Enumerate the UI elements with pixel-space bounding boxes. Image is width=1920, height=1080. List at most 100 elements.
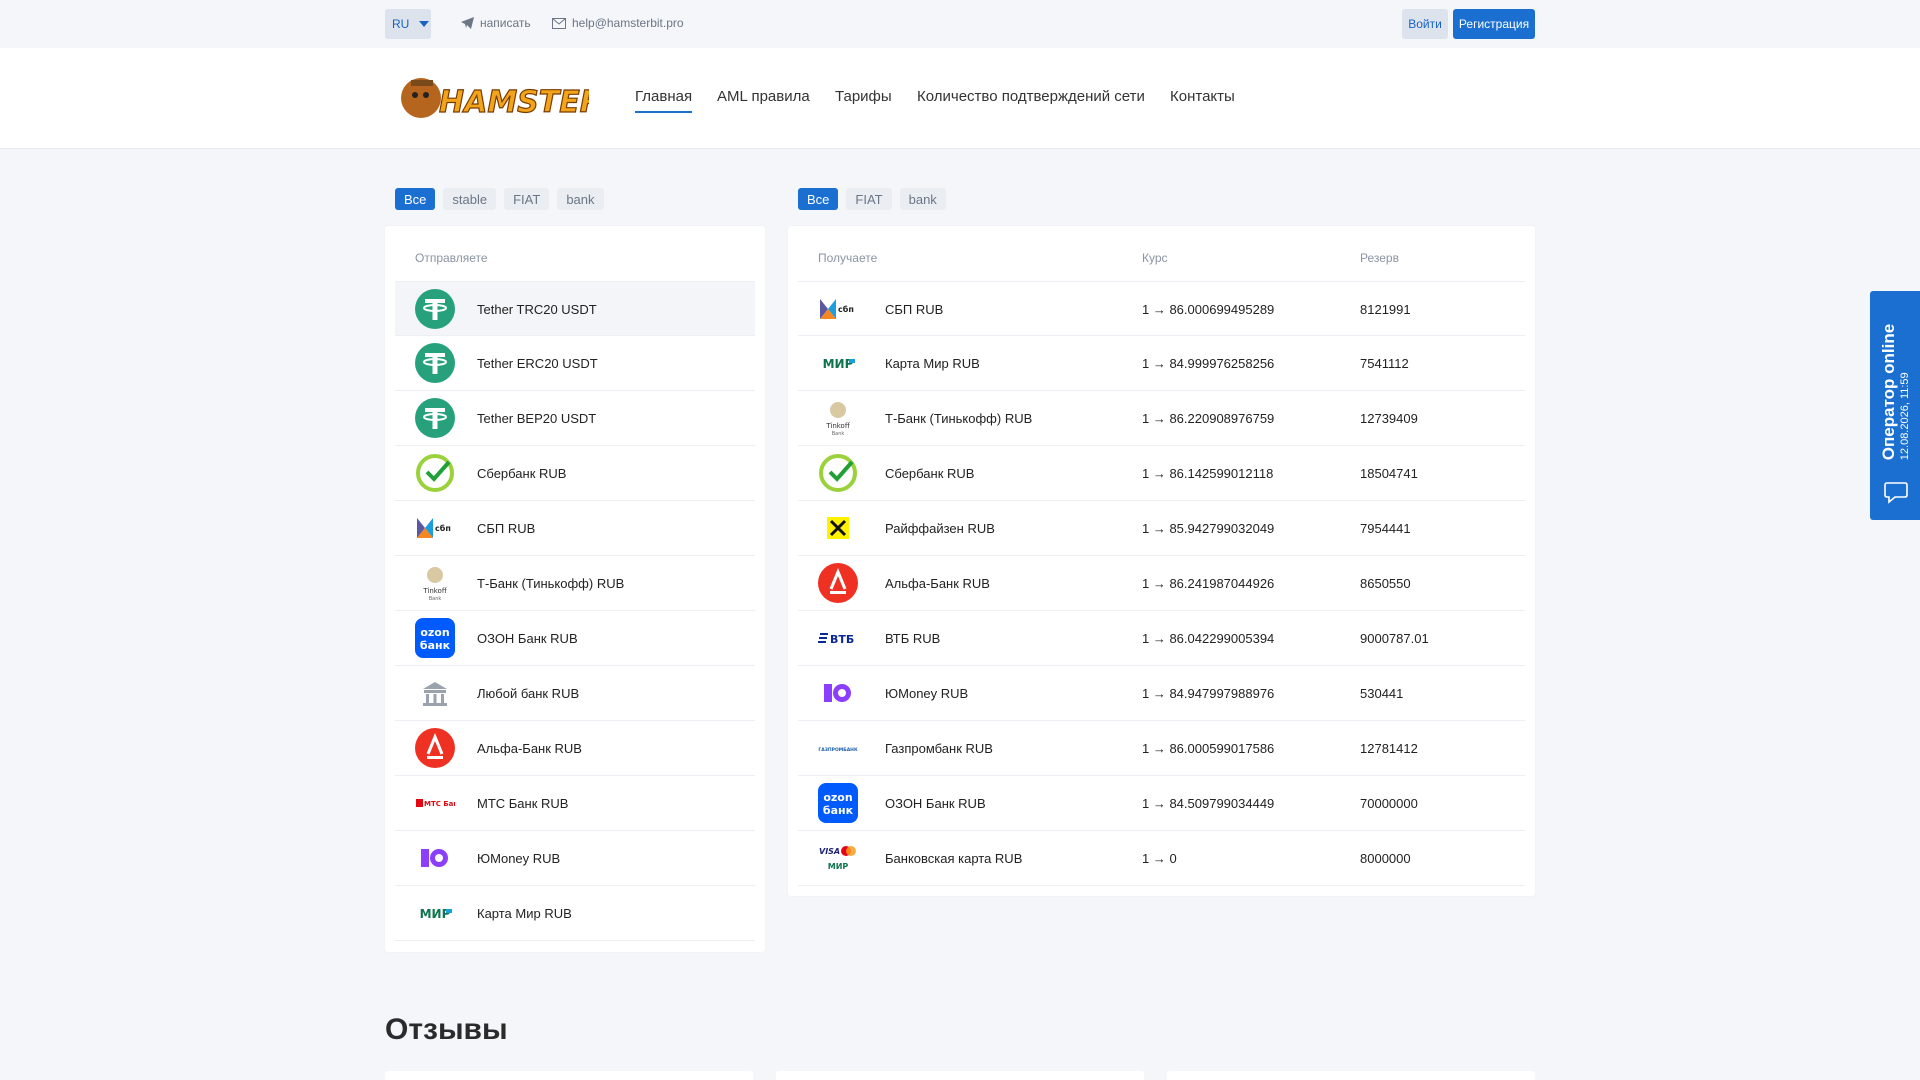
ozon-icon: ozon банк — [818, 783, 858, 823]
receive-header-reserve: Резерв — [1360, 251, 1399, 265]
send-currency-row[interactable]: сбп СБП RUB — [395, 501, 755, 556]
email-label: help@hamsterbit.pro — [572, 16, 684, 30]
svg-text:сбп: сбп — [435, 523, 451, 533]
bank-building-icon — [415, 673, 455, 713]
send-currency-row[interactable]: ЮMoney RUB — [395, 831, 755, 886]
language-select[interactable]: RU — [385, 9, 431, 39]
send-currency-row[interactable]: Tether BEP20 USDT — [395, 391, 755, 446]
receive-currency-row[interactable]: Райффайзен RUB 1 → 85.942799032049 79544… — [798, 501, 1525, 556]
review-card — [776, 1071, 1144, 1080]
exchange-rate: 1 → 0 — [1142, 851, 1177, 866]
receive-currency-name: ЮMoney RUB — [885, 686, 969, 701]
receive-currency-name: СБП RUB — [885, 302, 944, 317]
svg-text:ГАЗПРОМБАНК: ГАЗПРОМБАНК — [818, 747, 858, 753]
send-currency-row[interactable]: Альфа-Банк RUB — [395, 721, 755, 776]
svg-text:сбп: сбп — [838, 304, 854, 314]
receive-currency-row[interactable]: сбп СБП RUB 1 → 86.000699495289 8121991 — [798, 281, 1525, 336]
receive-filter-bank[interactable]: bank — [899, 188, 946, 210]
svg-text:банк: банк — [420, 639, 451, 652]
receive-currency-name: ВТБ RUB — [885, 631, 941, 646]
send-filter-stable[interactable]: stable — [443, 188, 497, 210]
send-currency-name: Tether TRC20 USDT — [477, 302, 597, 317]
receive-currency-name: Райффайзен RUB — [885, 521, 995, 536]
mir-icon: МИР — [818, 343, 858, 383]
send-currency-name: Т-Банк (Тинькофф) RUB — [477, 576, 625, 591]
exchange-rate: 1 → 86.000699495289 — [1142, 302, 1275, 317]
reserve-amount: 7541112 — [1360, 356, 1409, 371]
nav-home[interactable]: Главная — [635, 88, 693, 113]
send-currency-row[interactable]: МТС Банк МТС Банк RUB — [395, 776, 755, 831]
exchange-rate: 1 → 84.999976258256 — [1142, 356, 1275, 371]
send-filters: Все stable FIAT bank — [395, 188, 604, 210]
receive-currency-row[interactable]: МИР Карта Мир RUB 1 → 84.999976258256 75… — [798, 336, 1525, 391]
sbp-icon: сбп — [415, 508, 455, 548]
svg-text:ozon: ozon — [420, 626, 449, 639]
svg-text:Bank: Bank — [429, 596, 442, 602]
reserve-amount: 70000000 — [1360, 796, 1418, 811]
receive-currency-row[interactable]: ЮMoney RUB 1 → 84.947997988976 530441 — [798, 666, 1525, 721]
send-currency-row[interactable]: Сбербанк RUB — [395, 446, 755, 501]
site-header: HAMSTERBIT Главная AML правила Тарифы Ко… — [0, 48, 1920, 149]
receive-filter-all[interactable]: Все — [798, 188, 839, 210]
send-currency-name: Tether ERC20 USDT — [477, 356, 598, 371]
operator-online-widget[interactable]: Оператор online 12.08.2026, 11:59 — [1870, 291, 1920, 520]
svg-text:банк: банк — [823, 804, 854, 817]
send-currency-name: Сбербанк RUB — [477, 466, 567, 481]
receive-currency-row[interactable]: Альфа-Банк RUB 1 → 86.241987044926 86505… — [798, 556, 1525, 611]
exchange-rate: 1 → 86.142599012118 — [1142, 466, 1274, 481]
receive-currency-name: Банковская карта RUB — [885, 851, 1023, 866]
reserve-amount: 8121991 — [1360, 302, 1411, 317]
send-currency-name: Любой банк RUB — [477, 686, 580, 701]
reserve-amount: 12739409 — [1360, 411, 1418, 426]
logo-text: HAMSTERBIT — [439, 85, 589, 120]
tether-icon — [415, 343, 455, 383]
receive-currency-row[interactable]: Сбербанк RUB 1 → 86.142599012118 1850474… — [798, 446, 1525, 501]
send-filter-fiat[interactable]: FIAT — [504, 188, 550, 210]
receive-filter-fiat[interactable]: FIAT — [846, 188, 892, 210]
register-button[interactable]: Регистрация — [1453, 9, 1535, 39]
nav-contacts[interactable]: Контакты — [1170, 88, 1235, 105]
svg-text:МИР: МИР — [420, 907, 451, 921]
receive-header-name: Получаете — [818, 251, 878, 265]
exchange-rate: 1 → 85.942799032049 — [1142, 521, 1275, 536]
send-currency-row[interactable]: Tether ERC20 USDT — [395, 336, 755, 391]
send-currency-row[interactable]: Любой банк RUB — [395, 666, 755, 721]
receive-currency-name: Т-Банк (Тинькофф) RUB — [885, 411, 1033, 426]
sbp-icon: сбп — [818, 289, 858, 329]
nav-tariffs[interactable]: Тарифы — [835, 88, 892, 105]
nav-confirmations[interactable]: Количество подтверждений сети — [917, 88, 1145, 105]
receive-currency-row[interactable]: ВТБ ВТБ RUB 1 → 86.042299005394 9000787.… — [798, 611, 1525, 666]
email-link[interactable]: help@hamsterbit.pro — [552, 16, 684, 30]
send-filter-all[interactable]: Все — [395, 188, 436, 210]
receive-currency-row[interactable]: ozon банк ОЗОН Банк RUB 1 → 84.5097990344… — [798, 776, 1525, 831]
receive-currency-row[interactable]: ГАЗПРОМБАНК Газпромбанк RUB 1 → 86.00059… — [798, 721, 1525, 776]
language-value: RU — [392, 17, 410, 31]
yoomoney-icon — [415, 838, 455, 878]
nav-aml-rules[interactable]: AML правила — [717, 88, 810, 105]
send-currency-row[interactable]: Tether TRC20 USDT — [395, 281, 755, 336]
mts-icon: МТС Банк — [415, 783, 455, 823]
reserve-amount: 12781412 — [1360, 741, 1418, 756]
receive-currency-row[interactable]: Tinkoff Bank Т-Банк (Тинькофф) RUB 1 → 86… — [798, 391, 1525, 446]
exchange-rate: 1 → 86.042299005394 — [1142, 631, 1275, 646]
alfa-icon — [415, 728, 455, 768]
receive-header-rate: Курс — [1142, 251, 1168, 265]
login-button[interactable]: Войти — [1402, 9, 1448, 39]
reserve-amount: 8000000 — [1360, 851, 1411, 866]
telegram-link[interactable]: написать — [461, 16, 531, 30]
send-currency-row[interactable]: ozon банк ОЗОН Банк RUB — [395, 611, 755, 666]
send-filter-bank[interactable]: bank — [557, 188, 604, 210]
hamsterbit-logo[interactable]: HAMSTERBIT — [397, 68, 660, 130]
yoomoney-icon — [818, 673, 858, 713]
operator-title: Оператор online — [1879, 323, 1898, 460]
vtb-icon: ВТБ — [818, 618, 858, 658]
tinkoff-icon: Tinkoff Bank — [415, 563, 455, 603]
send-currency-row[interactable]: МИР Карта Мир RUB — [395, 886, 755, 941]
receive-currency-row[interactable]: VISA МИР Банковская карта RUB 1 → 0 80000… — [798, 831, 1525, 886]
raiffeisen-icon — [818, 508, 858, 548]
svg-text:VISA: VISA — [819, 847, 840, 856]
send-currency-name: Карта Мир RUB — [477, 906, 572, 921]
reserve-amount: 9000787.01 — [1360, 631, 1429, 646]
svg-text:ВТБ: ВТБ — [830, 633, 854, 646]
send-currency-row[interactable]: Tinkoff Bank Т-Банк (Тинькофф) RUB — [395, 556, 755, 611]
